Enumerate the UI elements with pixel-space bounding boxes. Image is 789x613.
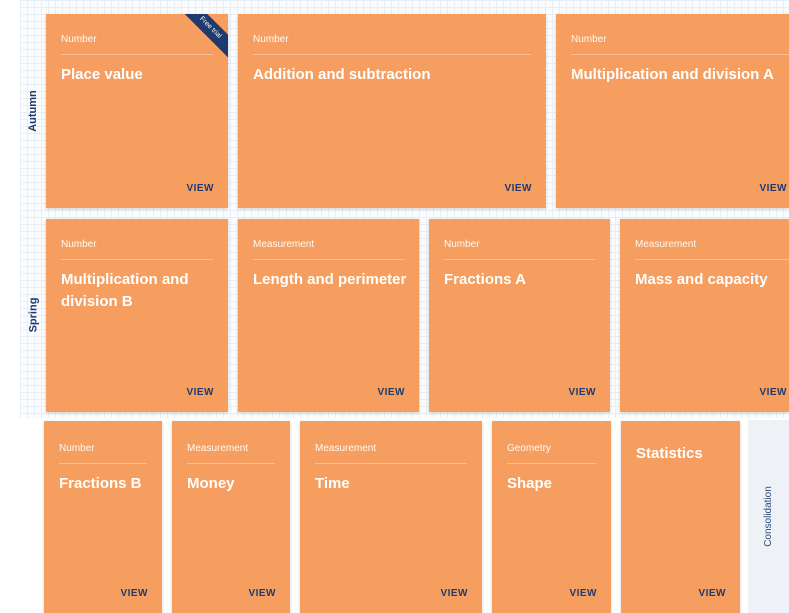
unit-card-fractions-a[interactable]: Number Fractions A VIEW [429, 219, 610, 412]
unit-title: Money [187, 475, 235, 492]
view-button[interactable]: VIEW [186, 183, 214, 194]
term-label-spring: Spring [20, 218, 46, 412]
consolidation-label: Consolidation [763, 486, 775, 547]
unit-category: Number [571, 34, 607, 45]
card-divider [635, 259, 789, 260]
view-button[interactable]: VIEW [569, 588, 597, 599]
card-divider [571, 54, 789, 55]
unit-category: Number [61, 34, 97, 45]
unit-card-statistics[interactable]: Statistics VIEW [621, 421, 740, 613]
consolidation-panel[interactable]: Consolidation [748, 420, 789, 613]
unit-category: Measurement [187, 443, 249, 454]
term-label-autumn-text: Autumn [27, 90, 40, 132]
view-button[interactable]: VIEW [377, 387, 405, 398]
card-divider [444, 259, 595, 260]
view-button[interactable]: VIEW [698, 588, 726, 599]
card-divider [187, 463, 275, 464]
unit-card-multiplication-division-a[interactable]: Number Multiplication and division A VIE… [556, 14, 789, 208]
unit-category: Measurement [253, 239, 315, 250]
unit-card-shape[interactable]: Geometry Shape VIEW [492, 421, 611, 613]
view-button[interactable]: VIEW [504, 183, 532, 194]
card-divider [61, 54, 213, 55]
unit-card-money[interactable]: Measurement Money VIEW [172, 421, 290, 613]
card-divider [253, 54, 531, 55]
view-button[interactable]: VIEW [186, 387, 214, 398]
card-divider [61, 259, 213, 260]
card-divider [315, 463, 467, 464]
view-button[interactable]: VIEW [759, 387, 787, 398]
unit-title: Statistics [636, 445, 703, 462]
view-button[interactable]: VIEW [440, 588, 468, 599]
unit-title: Time [315, 475, 350, 492]
view-button[interactable]: VIEW [568, 387, 596, 398]
unit-category: Measurement [315, 443, 377, 454]
unit-title: Addition and subtraction [253, 66, 431, 83]
unit-category: Geometry [507, 443, 551, 454]
card-divider [253, 259, 404, 260]
unit-title: Fractions A [444, 271, 526, 288]
unit-card-place-value[interactable]: Number Place value Free trial VIEW [46, 14, 228, 208]
unit-card-mass-capacity[interactable]: Measurement Mass and capacity VIEW [620, 219, 789, 412]
unit-category: Number [59, 443, 95, 454]
unit-card-multiplication-division-b[interactable]: Number Multiplication and division B VIE… [46, 219, 228, 412]
unit-card-time[interactable]: Measurement Time VIEW [300, 421, 482, 613]
unit-card-length-perimeter[interactable]: Measurement Length and perimeter VIEW [238, 219, 419, 412]
card-divider [507, 463, 596, 464]
unit-card-fractions-b[interactable]: Number Fractions B VIEW [44, 421, 162, 613]
unit-category: Measurement [635, 239, 697, 250]
view-button[interactable]: VIEW [120, 588, 148, 599]
unit-title: Length and perimeter [253, 271, 407, 288]
term-label-autumn: Autumn [20, 14, 46, 208]
unit-category: Number [444, 239, 480, 250]
term-label-spring-text: Spring [27, 297, 39, 333]
unit-title: Multiplication and division A [571, 66, 774, 83]
unit-title: Multiplication and division B [61, 271, 189, 310]
unit-title: Shape [507, 475, 553, 492]
view-button[interactable]: VIEW [759, 183, 787, 194]
unit-title: Fractions B [59, 475, 142, 492]
unit-category: Number [253, 34, 289, 45]
unit-title: Place value [61, 66, 143, 83]
unit-card-addition-subtraction[interactable]: Number Addition and subtraction VIEW [238, 14, 546, 208]
unit-title: Mass and capacity [635, 271, 768, 288]
card-divider [59, 463, 147, 464]
unit-category: Number [61, 239, 97, 250]
view-button[interactable]: VIEW [248, 588, 276, 599]
